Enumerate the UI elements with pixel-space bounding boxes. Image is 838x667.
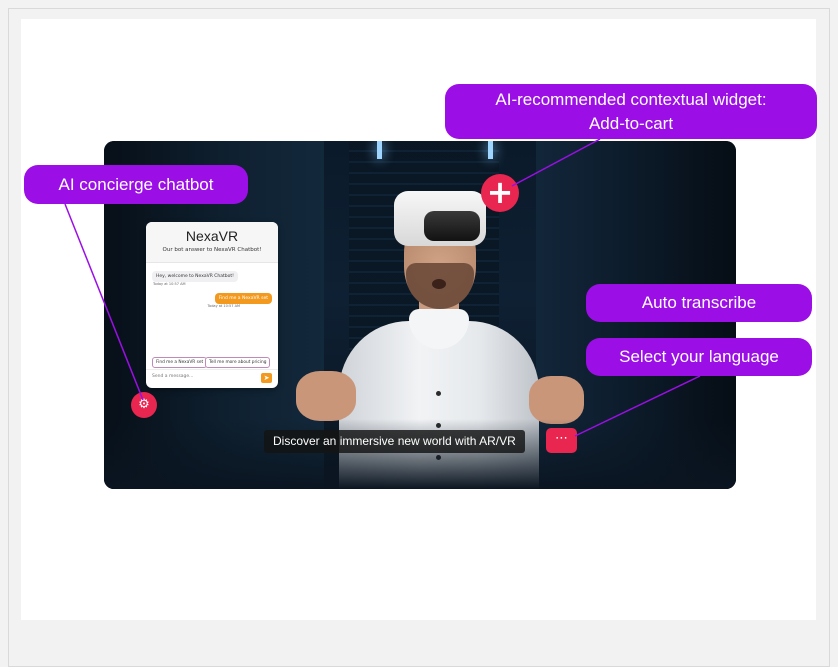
send-icon[interactable]: ➤ xyxy=(261,373,272,383)
auto-transcribe-label: Auto transcribe xyxy=(586,284,812,322)
presenter-hand-left xyxy=(296,371,356,421)
ceiling-light xyxy=(377,141,382,159)
presenter-mouth xyxy=(432,279,446,289)
chatbot-window[interactable]: NexaVR Our bot answer to NexaVR Chatbot!… xyxy=(146,222,278,388)
ceiling-light xyxy=(488,141,493,159)
presenter-hand-right xyxy=(529,376,584,424)
chat-input-row: Send a message... ➤ xyxy=(146,369,278,388)
video-caption: Discover an immersive new world with AR/… xyxy=(264,430,525,453)
chatbot-title: NexaVR xyxy=(185,228,239,244)
vr-headset-visor xyxy=(424,211,480,241)
add-to-cart-label-line2: Add-to-cart xyxy=(588,114,674,133)
chatbot-icon[interactable]: ⚙ xyxy=(131,392,157,418)
add-to-cart-label: AI-recommended contextual widget: Add-to… xyxy=(445,84,817,139)
select-language-label: Select your language xyxy=(586,338,812,376)
chatbot-subtitle: Our bot answer to NexaVR Chatbot! xyxy=(162,247,262,253)
chat-suggestion-button[interactable]: Tell me more about pricing xyxy=(205,357,271,368)
ellipsis-icon[interactable]: ⋯ xyxy=(546,428,577,453)
chat-message-outgoing: Find me a NexaVR set xyxy=(214,293,272,304)
add-to-cart-label-line1: AI-recommended contextual widget: xyxy=(495,90,767,109)
plus-icon[interactable]: + xyxy=(481,174,519,212)
chat-message-incoming: Hey, welcome to NexaVR Chatbot! xyxy=(152,271,238,282)
concierge-label: AI concierge chatbot xyxy=(24,165,248,204)
chat-suggestion-button[interactable]: Find me a NexaVR set xyxy=(152,357,208,368)
coat-button xyxy=(436,391,441,396)
chat-message-input[interactable]: Send a message... xyxy=(152,374,193,379)
chatbot-header: NexaVR Our bot answer to NexaVR Chatbot! xyxy=(146,222,278,263)
chat-message-time: Today at 10:57 AM xyxy=(153,282,186,286)
chat-message-time: Today at 10:57 AM xyxy=(207,304,240,308)
